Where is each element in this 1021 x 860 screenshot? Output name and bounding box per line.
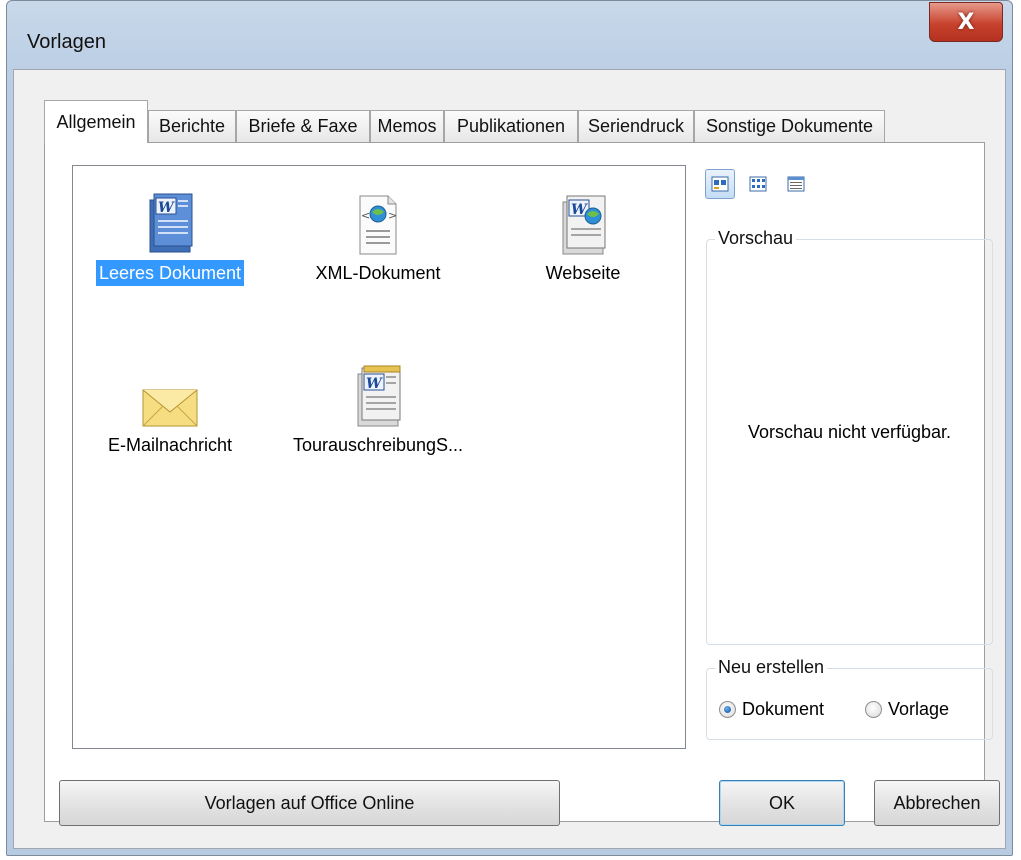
details-view-icon [787, 176, 805, 192]
tab-memos[interactable]: Memos [370, 110, 444, 142]
template-item-tourauschreibung[interactable]: W TourauschreibungS... [283, 346, 473, 458]
tab-sonstige-dokumente[interactable]: Sonstige Dokumente [694, 110, 885, 142]
large-icons-view-button[interactable] [705, 169, 735, 199]
tab-panel-allgemein: W Leeres Dokument < > XML-Dokument W Web… [44, 142, 993, 822]
preview-message: Vorschau nicht verfügbar. [747, 422, 952, 442]
template-item-e-mailnachricht[interactable]: E-Mailnachricht [75, 346, 265, 458]
radio-button-checked[interactable] [719, 701, 736, 718]
svg-text:W: W [158, 200, 175, 216]
envelope-icon [75, 346, 265, 430]
office-online-button[interactable]: Vorlagen auf Office Online [59, 780, 560, 826]
dialog-title: Vorlagen [27, 31, 106, 53]
dialog-body: Allgemein Berichte Briefe & Faxe Memos P… [13, 69, 1006, 849]
radio-label: Dokument [742, 699, 825, 719]
templates-dialog: Vorlagen X Allgemein Berichte Briefe & F… [6, 0, 1013, 856]
ok-button[interactable]: OK [719, 780, 845, 826]
template-label: Leeres Dokument [95, 260, 245, 286]
create-new-group: Neu erstellen Dokument Vorlage [706, 657, 993, 740]
radio-vorlage[interactable]: Vorlage [865, 699, 949, 720]
word-webpage-icon: W [488, 174, 678, 258]
word-template-icon: W [283, 346, 473, 430]
preview-title: Vorschau [715, 228, 797, 249]
list-view-icon [749, 176, 767, 192]
large-icons-view-icon [711, 176, 729, 192]
radio-dokument[interactable]: Dokument [719, 699, 824, 720]
close-button[interactable]: X [929, 2, 1003, 42]
xml-document-icon: < > [283, 174, 473, 258]
create-new-title: Neu erstellen [715, 657, 828, 678]
word-document-icon: W [75, 174, 265, 258]
tab-briefe-faxe[interactable]: Briefe & Faxe [236, 110, 370, 142]
radio-label: Vorlage [888, 699, 950, 719]
preview-group: Vorschau Vorschau nicht verfügbar. [706, 228, 993, 645]
template-item-xml-dokument[interactable]: < > XML-Dokument [283, 174, 473, 286]
svg-text:W: W [366, 376, 383, 392]
close-icon: X [957, 9, 975, 35]
tab-publikationen[interactable]: Publikationen [444, 110, 578, 142]
tab-allgemein[interactable]: Allgemein [44, 100, 148, 143]
template-label: TourauschreibungS... [292, 435, 464, 455]
template-item-webseite[interactable]: W Webseite [488, 174, 678, 286]
template-label: Webseite [545, 263, 621, 283]
template-item-leeres-dokument[interactable]: W Leeres Dokument [75, 174, 265, 286]
title-bar: Vorlagen X [7, 1, 1012, 69]
template-label: XML-Dokument [315, 263, 441, 283]
cancel-button[interactable]: Abbrechen [874, 780, 1000, 826]
details-view-button[interactable] [781, 169, 811, 199]
svg-text:>: > [388, 209, 397, 222]
template-list[interactable]: W Leeres Dokument < > XML-Dokument W Web… [72, 165, 686, 749]
list-view-button[interactable] [743, 169, 773, 199]
tab-berichte[interactable]: Berichte [148, 110, 236, 142]
svg-text:<: < [361, 209, 370, 222]
template-label: E-Mailnachricht [107, 435, 233, 455]
radio-button-unchecked[interactable] [865, 701, 882, 718]
tab-seriendruck[interactable]: Seriendruck [578, 110, 694, 142]
